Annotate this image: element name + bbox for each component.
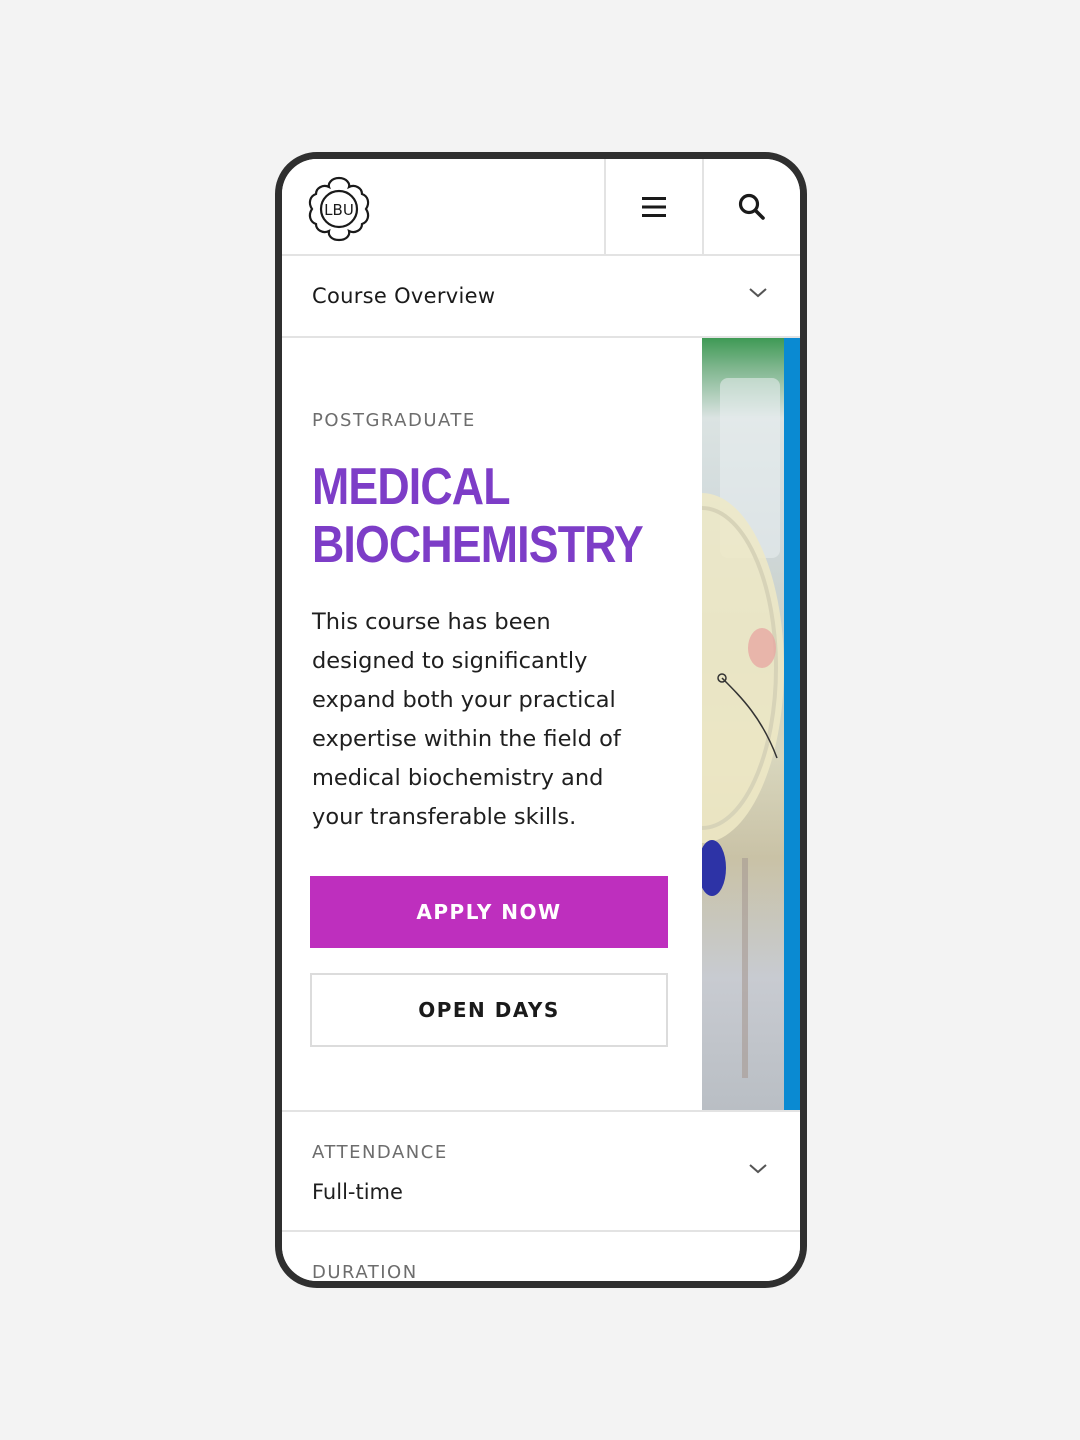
course-description: This course has been designed to signifi… — [312, 609, 621, 830]
course-title: MEDICAL BIOCHEMISTRY — [312, 458, 644, 574]
chevron-down-icon — [749, 1164, 767, 1174]
course-level-label: POSTGRADUATE — [312, 410, 476, 431]
course-title-line-2: BIOCHEMISTRY — [312, 516, 644, 574]
hero-lab-image — [702, 338, 800, 1110]
open-days-button[interactable]: OPEN DAYS — [310, 973, 668, 1047]
menu-button[interactable] — [604, 159, 702, 254]
course-title-line-1: MEDICAL — [312, 458, 511, 516]
course-overview-dropdown[interactable]: Course Overview — [282, 256, 800, 338]
hamburger-menu-icon — [642, 196, 666, 217]
lbu-logo[interactable]: LBU — [302, 172, 376, 246]
course-overview-label: Course Overview — [312, 284, 496, 308]
attendance-accordion[interactable]: ATTENDANCE Full-time — [282, 1110, 800, 1230]
search-icon — [738, 193, 765, 220]
duration-accordion[interactable]: DURATION — [282, 1230, 800, 1283]
attendance-value: Full-time — [312, 1180, 403, 1204]
accent-strip — [784, 338, 800, 1110]
duration-label: DURATION — [312, 1262, 418, 1283]
attendance-label: ATTENDANCE — [312, 1142, 448, 1163]
course-hero: POSTGRADUATE MEDICAL BIOCHEMISTRY This c… — [282, 338, 800, 1110]
phone-frame: LBU Course Overview POSTGRADUATE MEDICAL… — [275, 152, 807, 1288]
apply-now-button[interactable]: APPLY NOW — [310, 876, 668, 948]
chevron-down-icon — [749, 288, 767, 298]
svg-text:LBU: LBU — [324, 201, 354, 219]
site-header: LBU — [282, 159, 800, 256]
search-button[interactable] — [702, 159, 800, 254]
